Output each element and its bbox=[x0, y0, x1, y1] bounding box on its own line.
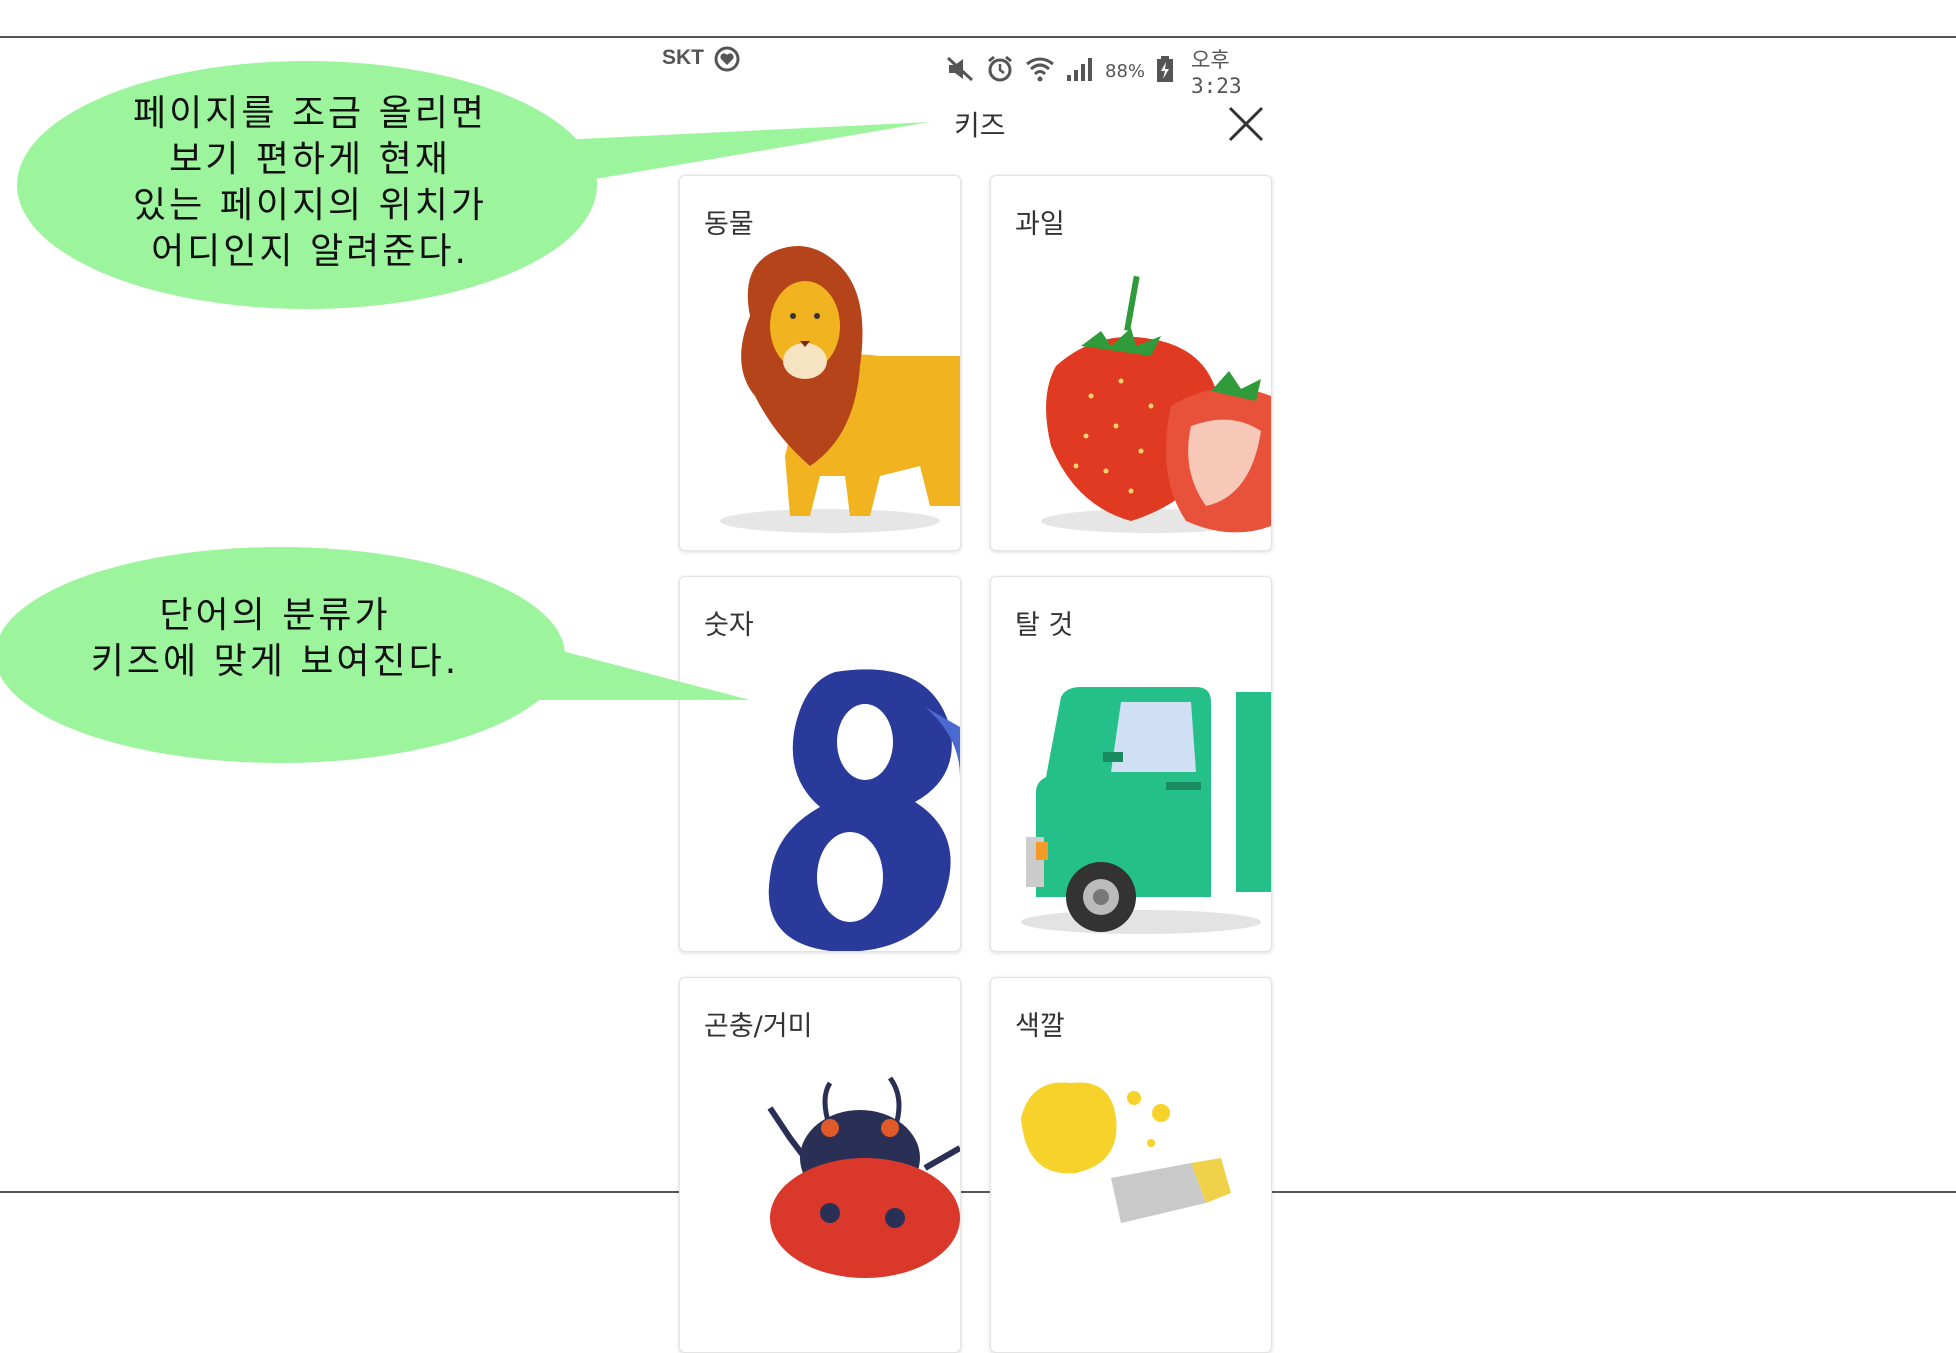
category-label: 색깔 bbox=[1015, 1011, 1065, 1042]
annotation-callout-bottom: 단어의 분류가 키즈에 맞게 보여진다. bbox=[0, 500, 800, 770]
annotation-text-top: 페이지를 조금 올리면 보기 편하게 현재 있는 페이지의 위치가 어디인지 알… bbox=[133, 93, 487, 272]
category-card-vehicles[interactable]: 탈 것 bbox=[990, 576, 1272, 952]
annotation-callout-top: 페이지를 조금 올리면 보기 편하게 현재 있는 페이지의 위치가 어디인지 알… bbox=[0, 0, 960, 320]
category-card-fruits[interactable]: 과일 bbox=[990, 175, 1272, 551]
page-title: 키즈 bbox=[954, 109, 1006, 142]
signal-icon bbox=[1065, 55, 1095, 87]
category-card-insects[interactable]: 곤충/거미 bbox=[679, 977, 961, 1353]
category-label: 과일 bbox=[1015, 209, 1065, 240]
annotation-text-bottom: 단어의 분류가 키즈에 맞게 보여진다. bbox=[90, 595, 460, 682]
battery-charging-icon bbox=[1155, 55, 1175, 87]
bottom-rule bbox=[0, 1191, 1956, 1193]
clock-time: 오후 3:23 bbox=[1191, 48, 1242, 98]
category-card-colors[interactable]: 색깔 bbox=[990, 977, 1272, 1353]
close-icon bbox=[1228, 106, 1264, 142]
wifi-icon bbox=[1025, 55, 1055, 87]
battery-percent: 88% bbox=[1105, 60, 1146, 82]
category-label: 탈 것 bbox=[1015, 610, 1074, 641]
close-button[interactable] bbox=[1226, 104, 1266, 144]
alarm-icon bbox=[985, 54, 1015, 88]
category-label: 곤충/거미 bbox=[704, 1011, 813, 1042]
